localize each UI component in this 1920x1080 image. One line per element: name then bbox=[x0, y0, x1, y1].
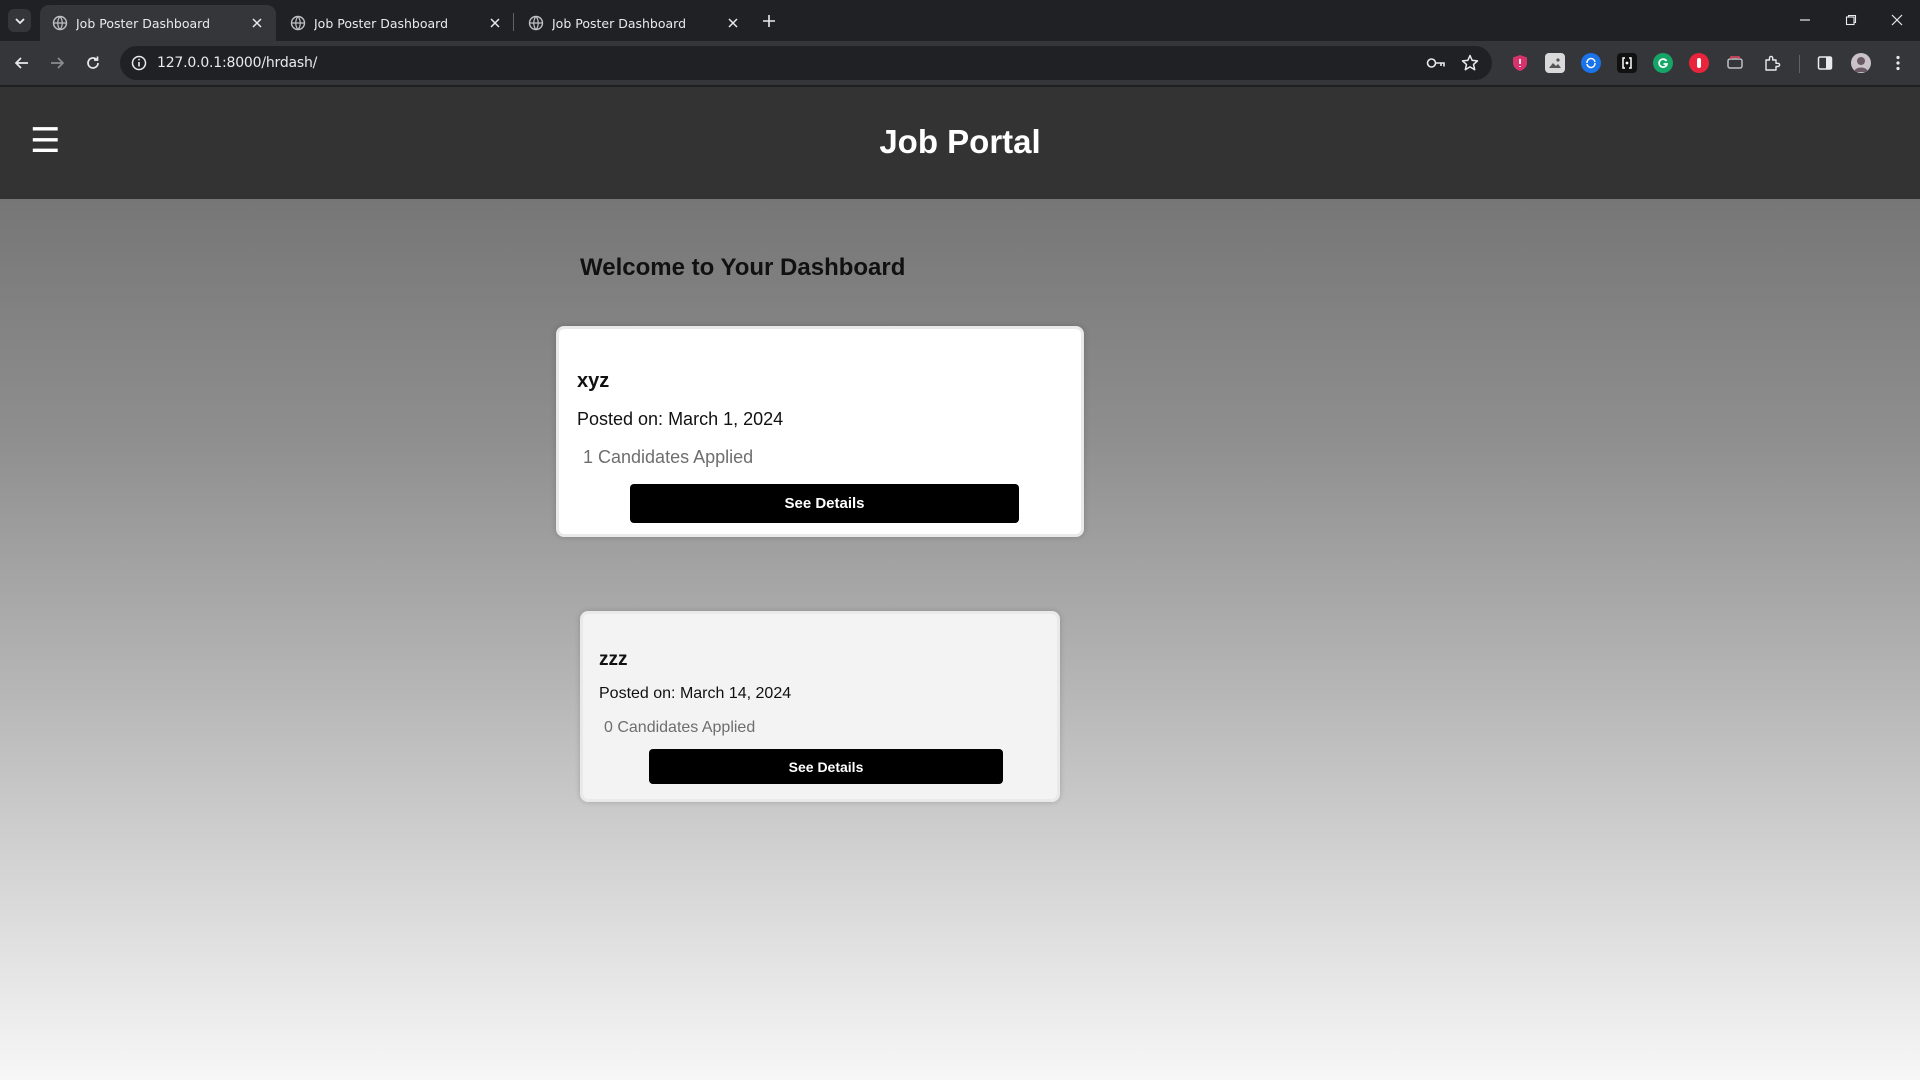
hand-extension-icon[interactable] bbox=[1689, 53, 1709, 73]
tab-separator bbox=[513, 13, 514, 31]
close-icon[interactable] bbox=[248, 14, 266, 32]
close-icon[interactable] bbox=[724, 14, 742, 32]
bookmark-star-icon[interactable] bbox=[1460, 53, 1480, 73]
page-viewport: ☰ Job Portal Welcome to Your Dashboard x… bbox=[0, 87, 1920, 1080]
url-text: 127.0.0.1:8000/hrdash/ bbox=[157, 55, 318, 71]
job-title: zzz bbox=[599, 649, 628, 670]
profile-avatar-icon[interactable] bbox=[1851, 53, 1871, 73]
tab-2[interactable]: Job Poster Dashboard bbox=[278, 5, 514, 41]
job-title: xyz bbox=[577, 370, 610, 392]
globe-icon bbox=[528, 15, 544, 31]
bracket-extension-icon[interactable] bbox=[1617, 53, 1637, 73]
browser-toolbar: 127.0.0.1:8000/hrdash/ bbox=[0, 41, 1920, 86]
toolbar-separator bbox=[1799, 55, 1800, 73]
globe-icon bbox=[52, 15, 68, 31]
password-key-icon[interactable] bbox=[1426, 53, 1446, 73]
image-extension-icon[interactable] bbox=[1545, 53, 1565, 73]
restore-icon[interactable] bbox=[1828, 0, 1874, 40]
dashboard-heading: Welcome to Your Dashboard bbox=[580, 254, 906, 281]
tab-title: Job Poster Dashboard bbox=[76, 15, 211, 31]
job-card: zzz Posted on: March 14, 2024 0 Candidat… bbox=[580, 611, 1060, 802]
reload-icon[interactable] bbox=[79, 49, 107, 77]
new-tab-icon[interactable] bbox=[757, 9, 781, 33]
shield-extension-icon[interactable] bbox=[1510, 53, 1530, 73]
tab-title: Job Poster Dashboard bbox=[314, 15, 449, 31]
tab-1[interactable]: Job Poster Dashboard bbox=[40, 5, 276, 41]
tab-3[interactable]: Job Poster Dashboard bbox=[516, 5, 752, 41]
globe-icon bbox=[290, 15, 306, 31]
forward-icon[interactable] bbox=[43, 49, 71, 77]
tab-title: Job Poster Dashboard bbox=[552, 15, 687, 31]
applicant-count: 0 Candidates Applied bbox=[604, 719, 756, 736]
back-icon[interactable] bbox=[8, 49, 36, 77]
sync-extension-icon[interactable] bbox=[1581, 53, 1601, 73]
see-details-button[interactable]: See Details bbox=[649, 749, 1003, 784]
applicant-count: 1 Candidates Applied bbox=[583, 447, 754, 467]
site-title: Job Portal bbox=[879, 123, 1041, 160]
browser-tab-strip: Job Poster Dashboard Job Poster Dashboar… bbox=[0, 0, 1920, 41]
minimize-icon[interactable] bbox=[1782, 0, 1828, 40]
extensions-icon[interactable] bbox=[1762, 53, 1782, 73]
posted-date: Posted on: March 1, 2024 bbox=[577, 409, 784, 429]
tab-list-icon[interactable] bbox=[8, 9, 31, 32]
address-bar[interactable]: 127.0.0.1:8000/hrdash/ bbox=[120, 46, 1492, 80]
close-icon[interactable] bbox=[486, 14, 504, 32]
grammarly-extension-icon[interactable] bbox=[1653, 53, 1673, 73]
site-header: ☰ Job Portal bbox=[0, 87, 1920, 199]
cast-extension-icon[interactable] bbox=[1725, 53, 1745, 73]
posted-date: Posted on: March 14, 2024 bbox=[599, 685, 792, 702]
window-close-icon[interactable] bbox=[1874, 0, 1920, 40]
see-details-button[interactable]: See Details bbox=[630, 484, 1019, 523]
menu-dots-icon[interactable] bbox=[1888, 53, 1908, 73]
site-info-icon[interactable] bbox=[130, 54, 148, 72]
job-card: xyz Posted on: March 1, 2024 1 Candidate… bbox=[556, 326, 1084, 537]
side-panel-icon[interactable] bbox=[1815, 53, 1835, 73]
